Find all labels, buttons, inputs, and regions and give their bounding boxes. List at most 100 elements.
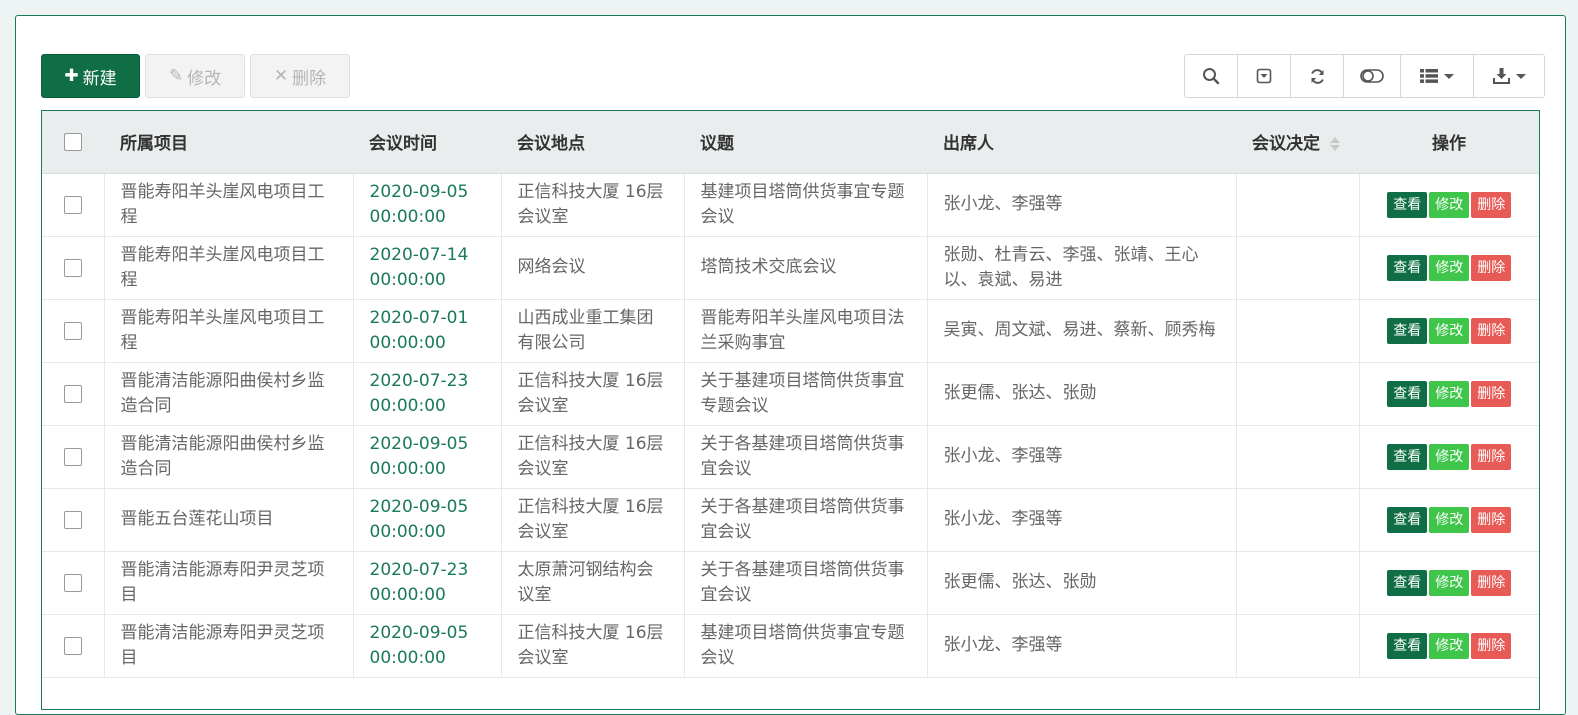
sort-icon[interactable] (1330, 137, 1340, 152)
header-decision-label: 会议决定 (1252, 134, 1320, 155)
place-cell: 正信科技大厦 16层会议室 (501, 362, 685, 426)
refresh-icon (1310, 68, 1324, 84)
refresh-button[interactable] (1291, 55, 1344, 97)
project-cell: 晋能清洁能源寿阳尹灵芝项目 (104, 551, 354, 615)
row-delete-button[interactable]: 删除 (1471, 632, 1512, 659)
toggle-icon (1360, 69, 1384, 83)
header-place[interactable]: 会议地点 (501, 111, 684, 174)
row-edit-button[interactable]: 修改 (1429, 569, 1470, 596)
row-delete-button[interactable]: 删除 (1471, 443, 1512, 470)
header-time[interactable]: 会议时间 (353, 111, 501, 174)
project-cell: 晋能寿阳羊头崖风电项目工程 (104, 299, 354, 363)
row-checkbox[interactable] (63, 258, 82, 277)
header-project[interactable]: 所属项目 (104, 111, 353, 174)
topic-cell: 关于各基建项目塔筒供货事宜会议 (684, 551, 928, 615)
row-select-cell (42, 488, 105, 552)
table-row[interactable]: 晋能五台莲花山项目 2020-09-05 00:00:00 正信科技大厦 16层会议… (42, 488, 1539, 552)
attendees-cell: 张更儒、张达、张勋 (927, 362, 1237, 426)
toggle-view-button[interactable] (1344, 55, 1401, 97)
row-checkbox[interactable] (63, 447, 82, 466)
attendees-cell: 吴寅、周文斌、易进、蔡新、顾秀梅 (927, 299, 1237, 363)
decision-cell (1236, 614, 1360, 678)
row-checkbox[interactable] (63, 321, 82, 340)
download-icon (1492, 68, 1510, 84)
table-row[interactable]: 晋能寿阳羊头崖风电项目工程 2020-07-14 00:00:00 网络会议 塔筒技术… (42, 236, 1539, 300)
plus-icon: ✚ (64, 66, 79, 86)
row-select-cell (42, 299, 105, 363)
row-select-cell (42, 236, 105, 300)
table-row[interactable]: 晋能清洁能源寿阳尹灵芝项目 2020-09-05 00:00:00 正信科技大厦 1… (42, 614, 1539, 678)
row-checkbox[interactable] (63, 510, 82, 529)
decision-cell (1236, 551, 1360, 615)
time-cell: 2020-09-05 00:00:00 (353, 614, 502, 678)
actions-cell: 查看 修改 删除 (1359, 614, 1539, 678)
toggle-pagination-button[interactable] (1238, 55, 1291, 97)
view-button[interactable]: 查看 (1387, 254, 1428, 281)
time-cell: 2020-09-05 00:00:00 (353, 173, 502, 237)
actions-cell: 查看 修改 删除 (1359, 488, 1539, 552)
place-cell: 正信科技大厦 16层会议室 (501, 173, 685, 237)
view-button[interactable]: 查看 (1387, 569, 1428, 596)
view-button[interactable]: 查看 (1387, 632, 1428, 659)
meeting-table: 所属项目 会议时间 会议地点 议题 出席人 会议决定 操作 晋能寿阳羊头崖风电项… (41, 110, 1540, 710)
row-delete-button[interactable]: 删除 (1471, 317, 1512, 344)
view-button[interactable]: 查看 (1387, 443, 1428, 470)
actions-cell: 查看 修改 删除 (1359, 299, 1539, 363)
select-all-checkbox[interactable] (64, 132, 82, 151)
topic-cell: 关于各基建项目塔筒供货事宜会议 (684, 488, 928, 552)
columns-dropdown-button[interactable] (1401, 55, 1474, 97)
row-checkbox[interactable] (63, 384, 82, 403)
delete-button-label: 删除 (292, 68, 327, 89)
view-button[interactable]: 查看 (1387, 380, 1428, 407)
table-row[interactable]: 晋能寿阳羊头崖风电项目工程 2020-07-01 00:00:00 山西成业重工集团… (42, 299, 1539, 363)
decision-cell (1236, 299, 1360, 363)
table-row[interactable]: 晋能清洁能源阳曲侯村乡监造合同 2020-07-23 00:00:00 正信科技大厦… (42, 362, 1539, 426)
row-edit-button[interactable]: 修改 (1429, 191, 1470, 218)
view-button[interactable]: 查看 (1387, 506, 1428, 533)
row-delete-button[interactable]: 删除 (1471, 191, 1512, 218)
row-delete-button[interactable]: 删除 (1471, 254, 1512, 281)
actions-cell: 查看 修改 删除 (1359, 425, 1539, 489)
place-cell: 网络会议 (501, 236, 685, 300)
header-decision[interactable]: 会议决定 (1236, 111, 1359, 174)
time-cell: 2020-09-05 00:00:00 (353, 425, 502, 489)
row-edit-button[interactable]: 修改 (1429, 443, 1470, 470)
row-checkbox[interactable] (63, 573, 82, 592)
row-edit-button[interactable]: 修改 (1429, 317, 1470, 344)
row-edit-button[interactable]: 修改 (1429, 506, 1470, 533)
view-button[interactable]: 查看 (1387, 191, 1428, 218)
view-button[interactable]: 查看 (1387, 317, 1428, 344)
row-delete-button[interactable]: 删除 (1471, 569, 1512, 596)
row-edit-button[interactable]: 修改 (1429, 254, 1470, 281)
project-cell: 晋能寿阳羊头崖风电项目工程 (104, 236, 354, 300)
table-row[interactable]: 晋能清洁能源寿阳尹灵芝项目 2020-07-23 00:00:00 太原萧河钢结构会… (42, 551, 1539, 615)
attendees-cell: 张小龙、李强等 (927, 173, 1237, 237)
export-dropdown-button[interactable] (1474, 55, 1544, 97)
table-header-row: 所属项目 会议时间 会议地点 议题 出席人 会议决定 操作 (42, 111, 1539, 174)
attendees-cell: 张更儒、张达、张勋 (927, 551, 1237, 615)
new-button[interactable]: ✚ 新建 (41, 54, 140, 98)
search-button[interactable] (1185, 55, 1238, 97)
table-row[interactable]: 晋能清洁能源阳曲侯村乡监造合同 2020-09-05 00:00:00 正信科技大厦… (42, 425, 1539, 489)
row-edit-button[interactable]: 修改 (1429, 632, 1470, 659)
table-row[interactable]: 晋能寿阳羊头崖风电项目工程 2020-09-05 00:00:00 正信科技大厦 1… (42, 173, 1539, 237)
header-topic[interactable]: 议题 (684, 111, 927, 174)
row-checkbox[interactable] (63, 636, 82, 655)
delete-button[interactable]: ✕ 删除 (250, 54, 350, 98)
topic-cell: 基建项目塔筒供货事宜专题会议 (684, 614, 928, 678)
row-checkbox[interactable] (63, 195, 82, 214)
header-attendees[interactable]: 出席人 (927, 111, 1236, 174)
row-delete-button[interactable]: 删除 (1471, 506, 1512, 533)
attendees-cell: 张小龙、李强等 (927, 614, 1237, 678)
edit-button[interactable]: ✎ 修改 (145, 54, 245, 98)
place-cell: 正信科技大厦 16层会议室 (501, 425, 685, 489)
row-edit-button[interactable]: 修改 (1429, 380, 1470, 407)
row-select-cell (42, 614, 105, 678)
project-cell: 晋能清洁能源寿阳尹灵芝项目 (104, 614, 354, 678)
decision-cell (1236, 362, 1360, 426)
row-delete-button[interactable]: 删除 (1471, 380, 1512, 407)
edit-icon: ✎ (168, 66, 184, 86)
topic-cell: 基建项目塔筒供货事宜专题会议 (684, 173, 928, 237)
edit-button-label: 修改 (187, 68, 222, 89)
row-select-cell (42, 362, 105, 426)
